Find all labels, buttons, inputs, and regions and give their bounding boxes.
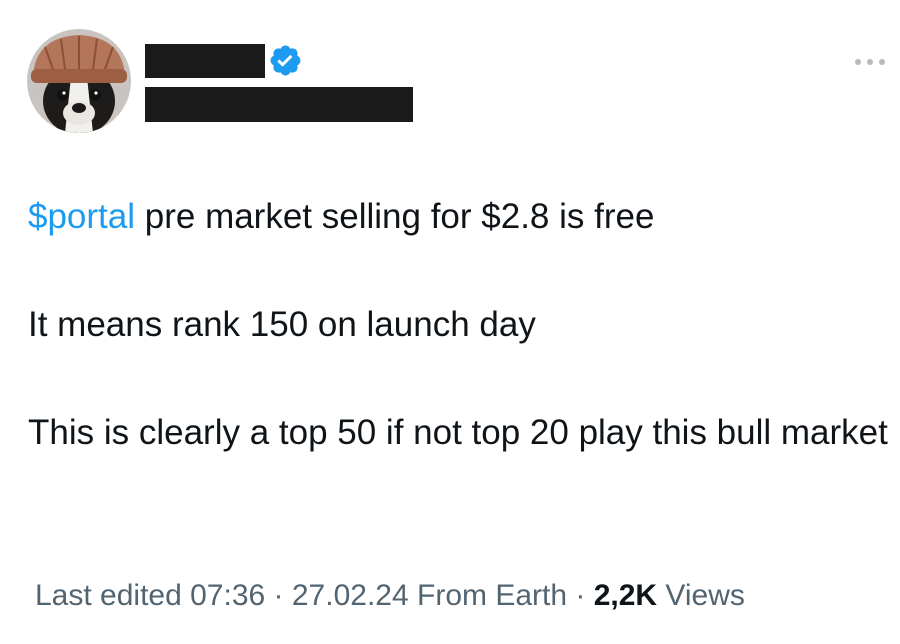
- tweet-source: From Earth: [417, 579, 568, 612]
- tweet-metadata: Last edited 07:36 · 27.02.24 From Earth …: [35, 574, 745, 618]
- views-count: 2,2K: [593, 579, 658, 612]
- tweet-line-2: It means rank 150 on launch day: [28, 305, 536, 344]
- tweet-line-3: This is clearly a top 50 if not top 20 p…: [28, 413, 888, 452]
- display-name-redacted[interactable]: [145, 44, 265, 78]
- verified-badge-icon: [268, 43, 303, 78]
- username-handle-redacted[interactable]: [145, 87, 413, 122]
- edited-timestamp-link[interactable]: Last edited 07:36: [35, 579, 265, 612]
- separator: ·: [575, 579, 586, 612]
- separator: ·: [273, 579, 284, 612]
- views-label: Views: [657, 579, 745, 612]
- tweet-text: $portal pre market selling for $2.8 is f…: [28, 190, 888, 460]
- tweet-date-link[interactable]: 27.02.24: [292, 579, 409, 612]
- more-options-icon[interactable]: [850, 52, 890, 72]
- cashtag-link[interactable]: $portal: [28, 197, 135, 236]
- tweet-line-1-text: pre market selling for $2.8 is free: [135, 197, 655, 236]
- tweet-line-1: $portal pre market selling for $2.8 is f…: [28, 190, 888, 244]
- avatar[interactable]: [27, 29, 131, 133]
